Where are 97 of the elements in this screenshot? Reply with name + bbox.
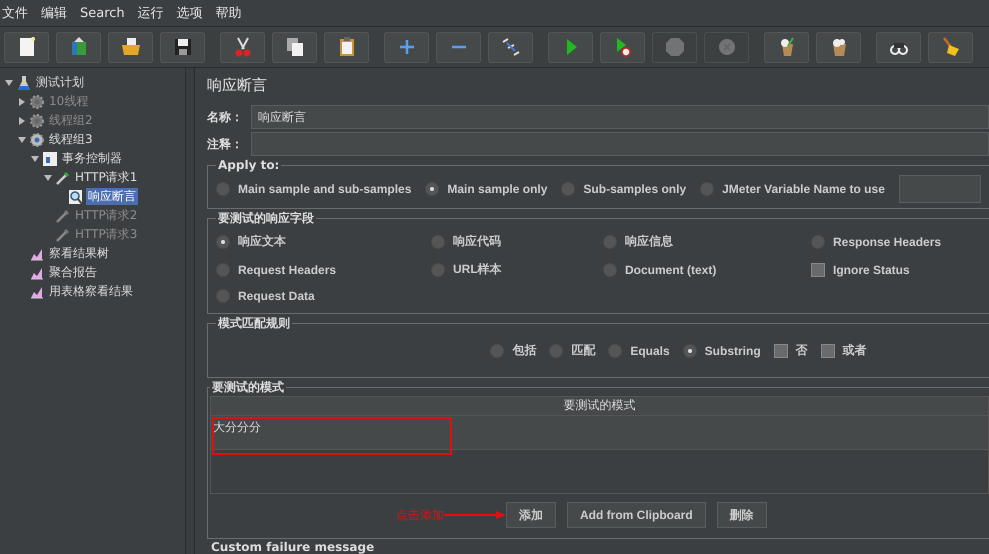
radio-option[interactable]: 匹配: [549, 342, 596, 359]
tree-item[interactable]: 察看结果树: [47, 245, 111, 262]
expand-arrow-icon[interactable]: [43, 172, 53, 182]
folder-icon: [122, 38, 140, 55]
checkbox-option[interactable]: 或者: [820, 342, 867, 359]
tree-item[interactable]: 响应断言: [86, 188, 138, 205]
menu-item[interactable]: 编辑: [41, 4, 67, 22]
group-title: 模式匹配规则: [216, 315, 291, 332]
radio-option[interactable]: Request Data: [216, 289, 431, 303]
menu-item[interactable]: 运行: [138, 4, 164, 22]
group-title: 要测试的模式: [211, 379, 285, 396]
tree-item[interactable]: 用表格察看结果: [47, 283, 135, 300]
menu-item[interactable]: Search: [80, 6, 125, 20]
group-title: 要测试的响应字段: [217, 210, 315, 227]
radio-option[interactable]: Response Headers: [811, 233, 981, 250]
radio-option[interactable]: Request Headers: [216, 261, 431, 278]
group-title: Custom failure message: [210, 540, 376, 554]
annotation-arrow: [444, 510, 506, 520]
broom-icon: [942, 37, 958, 56]
scissors-icon: [235, 37, 250, 56]
copy-button[interactable]: [272, 32, 317, 62]
action-button[interactable]: Add from Clipboard: [567, 502, 706, 528]
document-icon: [42, 150, 58, 166]
broom-button[interactable]: [928, 32, 973, 62]
pipette-icon: [55, 170, 71, 186]
expand-arrow-icon[interactable]: [30, 154, 40, 164]
radio-option[interactable]: JMeter Variable Name to use: [700, 182, 885, 196]
variable-name-field[interactable]: [898, 175, 981, 203]
circle-x-icon: [718, 39, 734, 55]
radio-option[interactable]: 包括: [490, 342, 536, 359]
tree-item[interactable]: HTTP请求1: [73, 169, 140, 186]
table-cell[interactable]: 大分分分: [213, 416, 261, 436]
radio-option[interactable]: Sub-samples only: [561, 182, 686, 196]
templates-button[interactable]: [56, 32, 101, 62]
tree-item[interactable]: 事务控制器: [60, 150, 124, 167]
column-header: 要测试的模式: [211, 397, 988, 416]
name-label: 名称：: [207, 108, 244, 126]
name-field[interactable]: 响应断言: [251, 105, 989, 130]
bucket-icon: [780, 37, 794, 56]
panel-title: 响应断言: [207, 76, 268, 96]
pipette-icon: [55, 208, 71, 224]
minus-icon: [452, 46, 466, 48]
start-button[interactable]: [548, 32, 593, 62]
radio-option[interactable]: URL样本: [431, 261, 603, 278]
radio-option[interactable]: 响应信息: [603, 233, 811, 250]
gear-icon: [29, 112, 45, 128]
pipette-icon: [55, 226, 71, 242]
clear-button[interactable]: [764, 32, 809, 62]
magnifier-icon: [68, 188, 84, 204]
checkbox-option[interactable]: 否: [774, 342, 808, 359]
checkbox-option[interactable]: Ignore Status: [811, 261, 981, 278]
radio-option[interactable]: Substring: [682, 342, 761, 359]
action-button[interactable]: 添加: [506, 502, 556, 528]
remove-button[interactable]: [436, 32, 481, 62]
group-title: Apply to:: [217, 158, 280, 172]
tree-item[interactable]: 测试计划: [34, 74, 86, 91]
radio-option[interactable]: Document (text): [603, 261, 811, 278]
flask-icon: [16, 74, 32, 90]
cut-button[interactable]: [220, 32, 265, 62]
binoculars-icon: [890, 43, 908, 55]
radio-option[interactable]: 响应代码: [431, 233, 603, 250]
paste-button[interactable]: [324, 32, 369, 62]
action-button[interactable]: 删除: [716, 502, 767, 528]
radio-option[interactable]: 响应文本: [216, 233, 431, 250]
save-button[interactable]: [160, 32, 205, 62]
radio-option[interactable]: Main sample and sub-samples: [216, 182, 412, 196]
copy-icon: [286, 38, 302, 56]
play-icon: [566, 39, 576, 55]
clear-all-button[interactable]: [816, 32, 861, 62]
bucket-icon: [832, 39, 846, 56]
expand-arrow-icon[interactable]: [4, 78, 14, 88]
expand-arrow-icon[interactable]: [17, 134, 27, 144]
menu-item[interactable]: 选项: [176, 4, 203, 22]
gear-icon: [29, 94, 45, 110]
clipboard-icon: [340, 37, 354, 56]
toggle-button[interactable]: [488, 32, 533, 62]
tree-item[interactable]: 聚合报告: [47, 264, 99, 281]
start-nopause-button[interactable]: [600, 32, 645, 62]
tree-item[interactable]: 线程组3: [47, 131, 95, 148]
gear-icon: [29, 132, 45, 148]
menu-item[interactable]: 帮助: [216, 4, 242, 22]
search-button[interactable]: [876, 32, 921, 62]
octagon-icon: [666, 38, 684, 56]
annotation-text: 点击添加: [396, 506, 444, 524]
comment-field[interactable]: [251, 132, 989, 156]
new-button[interactable]: [4, 32, 49, 62]
document-icon: [20, 37, 34, 56]
add-button[interactable]: [384, 32, 429, 62]
open-button[interactable]: [108, 32, 153, 62]
plus-icon: [398, 38, 415, 56]
menu-item[interactable]: 文件: [2, 4, 28, 22]
radio-option[interactable]: Equals: [608, 342, 670, 359]
radio-option[interactable]: Main sample only: [425, 182, 548, 196]
toggle-icon: [502, 38, 520, 56]
comment-label: 注释：: [207, 136, 244, 153]
box-icon: [72, 37, 86, 55]
play-icon: [616, 38, 630, 57]
